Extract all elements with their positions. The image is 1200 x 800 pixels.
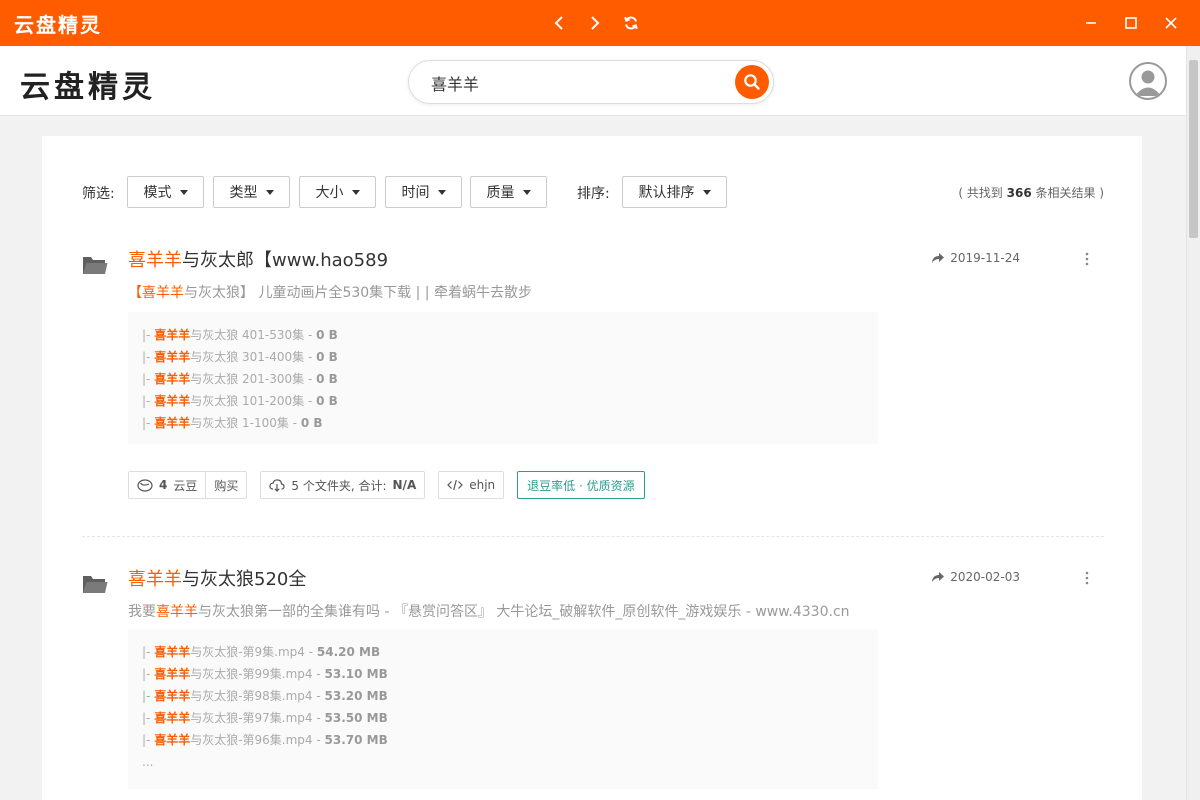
refresh-button[interactable] bbox=[620, 12, 642, 34]
maximize-icon bbox=[1125, 17, 1137, 29]
filter-size-button[interactable]: 大小 bbox=[299, 176, 376, 208]
nav-controls bbox=[548, 12, 642, 34]
filter-bar: 筛选: 模式 类型 大小 时间 质量 排序: 默认排序 ( 共找到 366 条相… bbox=[82, 176, 1104, 208]
cloud-icon bbox=[269, 479, 285, 492]
buy-button[interactable]: 购买 bbox=[205, 472, 246, 498]
result-description: 我要喜羊羊与灰太狼第一部的全集谁有吗 - 『悬赏问答区』 大牛论坛_破解软件_原… bbox=[128, 604, 850, 620]
refresh-icon bbox=[624, 16, 638, 30]
result-date: 2019-11-24 bbox=[932, 251, 1020, 265]
result-count-number: 366 bbox=[1006, 186, 1032, 200]
share-arrow-icon bbox=[932, 572, 945, 582]
caret-down-icon bbox=[702, 189, 711, 195]
app-name: 云盘精灵 bbox=[14, 13, 102, 37]
sort-label: 排序: bbox=[577, 186, 610, 202]
avatar[interactable] bbox=[1129, 62, 1167, 100]
back-icon bbox=[554, 16, 563, 30]
result-count: ( 共找到 366 条相关结果 ) bbox=[958, 186, 1104, 200]
logo: 云盘精灵 bbox=[20, 70, 156, 105]
file-item: |- 喜羊羊与灰太狼 1-100集 - 0 B bbox=[142, 416, 323, 430]
more-button[interactable] bbox=[1080, 250, 1094, 268]
title-bar: 云盘精灵 bbox=[0, 0, 1200, 46]
result-tags: 4 云豆 购买 5 个文件夹, 合计: N/A ehjn 退豆率低 · 优质资源 bbox=[128, 471, 645, 499]
result-date: 2020-02-03 bbox=[932, 570, 1020, 584]
quality-badge: 退豆率低 · 优质资源 bbox=[517, 471, 645, 499]
results-card: 筛选: 模式 类型 大小 时间 质量 排序: 默认排序 ( 共找到 366 条相… bbox=[42, 136, 1142, 800]
file-item: |- 喜羊羊与灰太狼-第98集.mp4 - 53.20 MB bbox=[142, 689, 388, 703]
back-button[interactable] bbox=[548, 12, 570, 34]
search-icon bbox=[744, 74, 760, 90]
caret-down-icon bbox=[179, 189, 188, 195]
folder-icon bbox=[83, 257, 108, 274]
filter-label: 筛选: bbox=[82, 186, 115, 202]
result-item: 喜羊羊与灰太狼520全 2020-02-03 我要喜羊羊与灰太狼第一部的全集谁有… bbox=[82, 565, 1104, 800]
forward-icon bbox=[591, 16, 600, 30]
caret-down-icon bbox=[265, 189, 274, 195]
close-button[interactable] bbox=[1160, 12, 1182, 34]
file-item: |- 喜羊羊与灰太狼 301-400集 - 0 B bbox=[142, 350, 338, 364]
filter-time-button[interactable]: 时间 bbox=[385, 176, 462, 208]
sort-button[interactable]: 默认排序 bbox=[622, 176, 727, 208]
window-controls bbox=[1080, 12, 1182, 34]
filter-mode-button[interactable]: 模式 bbox=[127, 176, 204, 208]
file-list: |- 喜羊羊与灰太狼 401-530集 - 0 B |- 喜羊羊与灰太狼 301… bbox=[128, 312, 878, 444]
search-input[interactable] bbox=[431, 71, 721, 95]
code-tag[interactable]: ehjn bbox=[438, 471, 505, 499]
folders-tag: 5 个文件夹, 合计: N/A bbox=[260, 471, 426, 499]
result-item: 喜羊羊与灰太郎【www.hao589 2019-11-24 【喜羊羊与灰太狼】 … bbox=[82, 246, 1104, 506]
file-item: |- 喜羊羊与灰太狼 201-300集 - 0 B bbox=[142, 372, 338, 386]
file-item: |- 喜羊羊与灰太狼-第96集.mp4 - 53.70 MB bbox=[142, 733, 388, 747]
result-title[interactable]: 喜羊羊与灰太郎【www.hao589 bbox=[128, 246, 388, 272]
scrollbar[interactable] bbox=[1186, 46, 1200, 800]
bean-icon bbox=[137, 479, 153, 492]
beans-count: 4 云豆 bbox=[129, 472, 205, 498]
caret-down-icon bbox=[437, 189, 446, 195]
result-divider bbox=[82, 536, 1104, 537]
file-list: |- 喜羊羊与灰太狼-第9集.mp4 - 54.20 MB |- 喜羊羊与灰太狼… bbox=[128, 629, 878, 789]
more-button[interactable] bbox=[1080, 569, 1094, 587]
beans-tag: 4 云豆 购买 bbox=[128, 471, 248, 499]
share-arrow-icon bbox=[932, 253, 945, 263]
caret-down-icon bbox=[522, 189, 531, 195]
scrollbar-thumb[interactable] bbox=[1189, 60, 1198, 238]
file-item: |- 喜羊羊与灰太狼-第97集.mp4 - 53.50 MB bbox=[142, 711, 388, 725]
forward-button[interactable] bbox=[584, 12, 606, 34]
filter-type-button[interactable]: 类型 bbox=[213, 176, 290, 208]
file-item: |- 喜羊羊与灰太狼 401-530集 - 0 B bbox=[142, 328, 338, 342]
maximize-button[interactable] bbox=[1120, 12, 1142, 34]
file-item: |- 喜羊羊与灰太狼-第99集.mp4 - 53.10 MB bbox=[142, 667, 388, 681]
file-item: |- 喜羊羊与灰太狼-第9集.mp4 - 54.20 MB bbox=[142, 645, 381, 659]
header: 云盘精灵 bbox=[0, 46, 1186, 116]
avatar-icon bbox=[1135, 70, 1161, 96]
search-button[interactable] bbox=[735, 65, 769, 99]
more-vertical-icon bbox=[1085, 252, 1089, 266]
file-more: ... bbox=[142, 755, 154, 769]
result-description: 【喜羊羊与灰太狼】 儿童动画片全530集下载 | | 牵着蜗牛去散步 bbox=[128, 285, 532, 301]
search-box bbox=[408, 60, 774, 104]
folder-icon bbox=[83, 576, 108, 593]
code-icon bbox=[447, 479, 464, 491]
minimize-button[interactable] bbox=[1080, 12, 1102, 34]
caret-down-icon bbox=[351, 189, 360, 195]
filter-quality-button[interactable]: 质量 bbox=[470, 176, 547, 208]
minimize-icon bbox=[1086, 22, 1096, 24]
result-title[interactable]: 喜羊羊与灰太狼520全 bbox=[128, 565, 306, 591]
close-icon bbox=[1165, 17, 1177, 29]
more-vertical-icon bbox=[1085, 571, 1089, 585]
file-item: |- 喜羊羊与灰太狼 101-200集 - 0 B bbox=[142, 394, 338, 408]
